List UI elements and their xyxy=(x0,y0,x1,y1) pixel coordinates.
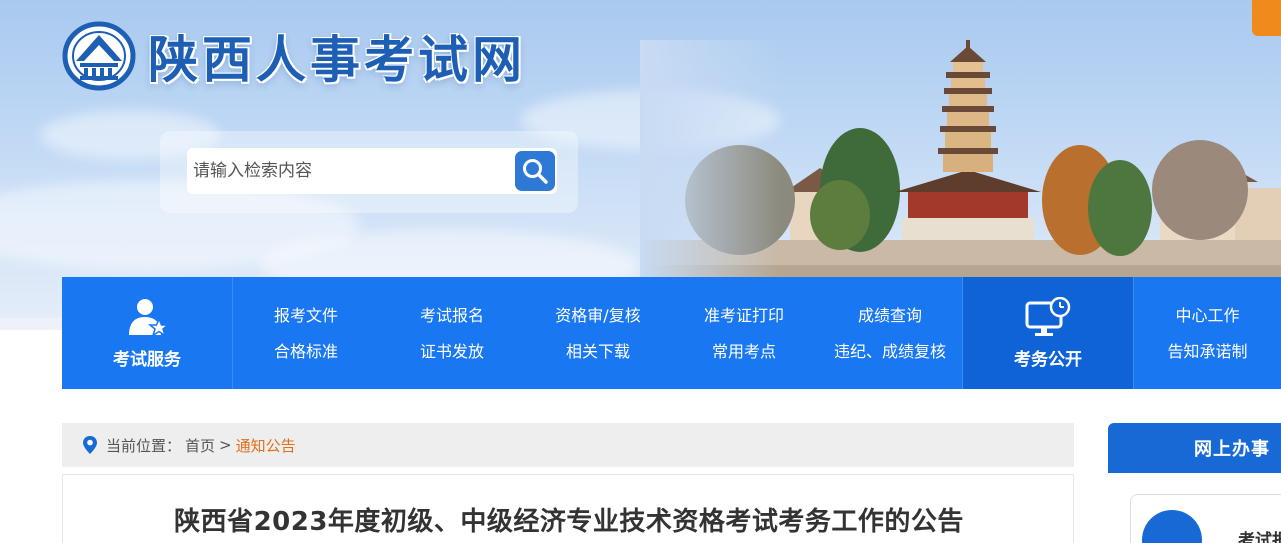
nav-link-downloads[interactable]: 相关下载 xyxy=(525,334,671,370)
page: 陕西人事考试网 考试服务 报考文件 考试报名 资 xyxy=(0,0,1281,543)
search-input[interactable] xyxy=(187,148,513,194)
site-title: 陕西人事考试网 xyxy=(148,31,526,89)
sidebar-header: 网上办事 xyxy=(1108,423,1281,473)
location-pin-icon xyxy=(83,436,97,454)
breadcrumb-current[interactable]: 通知公告 xyxy=(236,435,296,456)
main-nav: 考试服务 报考文件 考试报名 资格审/复核 准考证打印 成绩查询 合格标准 证书… xyxy=(62,277,1281,389)
nav-link-score-query[interactable]: 成绩查询 xyxy=(817,298,963,334)
search-button-face xyxy=(515,151,555,191)
nav-right-links: 中心工作 告知承诺制 xyxy=(1134,277,1281,389)
nav-link-center-work[interactable]: 中心工作 xyxy=(1134,298,1281,334)
nav-link-exam-sites[interactable]: 常用考点 xyxy=(671,334,817,370)
orange-corner-tab[interactable] xyxy=(1252,0,1281,36)
user-star-icon xyxy=(129,298,169,337)
article-title: 陕西省2023年度初级、中级经济专业技术资格考试考务工作的公告 xyxy=(174,507,964,537)
nav-exam-public-label: 考务公开 xyxy=(1014,349,1082,370)
nav-link-commitment[interactable]: 告知承诺制 xyxy=(1134,334,1281,370)
nav-exam-service[interactable]: 考试服务 xyxy=(62,277,233,389)
nav-link-exam-registration[interactable]: 考试报名 xyxy=(379,298,525,334)
search-icon xyxy=(523,159,548,184)
article-panel: 陕西省2023年度初级、中级经济专业技术资格考试考务工作的公告 xyxy=(62,474,1074,543)
breadcrumb: 当前位置： 首页 > 通知公告 xyxy=(62,423,1074,467)
logo-emblem-icon xyxy=(62,21,136,91)
nav-link-certificate[interactable]: 证书发放 xyxy=(379,334,525,370)
nav-link-grid: 报考文件 考试报名 资格审/复核 准考证打印 成绩查询 合格标准 证书发放 相关… xyxy=(233,277,963,389)
breadcrumb-home[interactable]: 首页 xyxy=(185,435,215,456)
nav-link-apply-docs[interactable]: 报考文件 xyxy=(233,298,379,334)
sidebar-service-label: 考试报名 xyxy=(1238,531,1281,543)
nav-link-pass-standard[interactable]: 合格标准 xyxy=(233,334,379,370)
nav-link-admission-ticket[interactable]: 准考证打印 xyxy=(671,298,817,334)
nav-link-qualification-review[interactable]: 资格审/复核 xyxy=(525,298,671,334)
monitor-clock-icon xyxy=(1025,296,1071,336)
nav-link-violation-review[interactable]: 违纪、成绩复核 xyxy=(817,334,963,370)
breadcrumb-prefix: 当前位置： xyxy=(106,436,182,455)
nav-exam-public[interactable]: 考务公开 xyxy=(963,277,1134,389)
nav-exam-service-label: 考试服务 xyxy=(113,349,181,370)
sidebar-header-label: 网上办事 xyxy=(1194,439,1270,460)
search-button[interactable] xyxy=(513,148,557,194)
site-logo[interactable]: 陕西人事考试网 xyxy=(62,20,526,92)
breadcrumb-separator: > xyxy=(219,436,232,454)
